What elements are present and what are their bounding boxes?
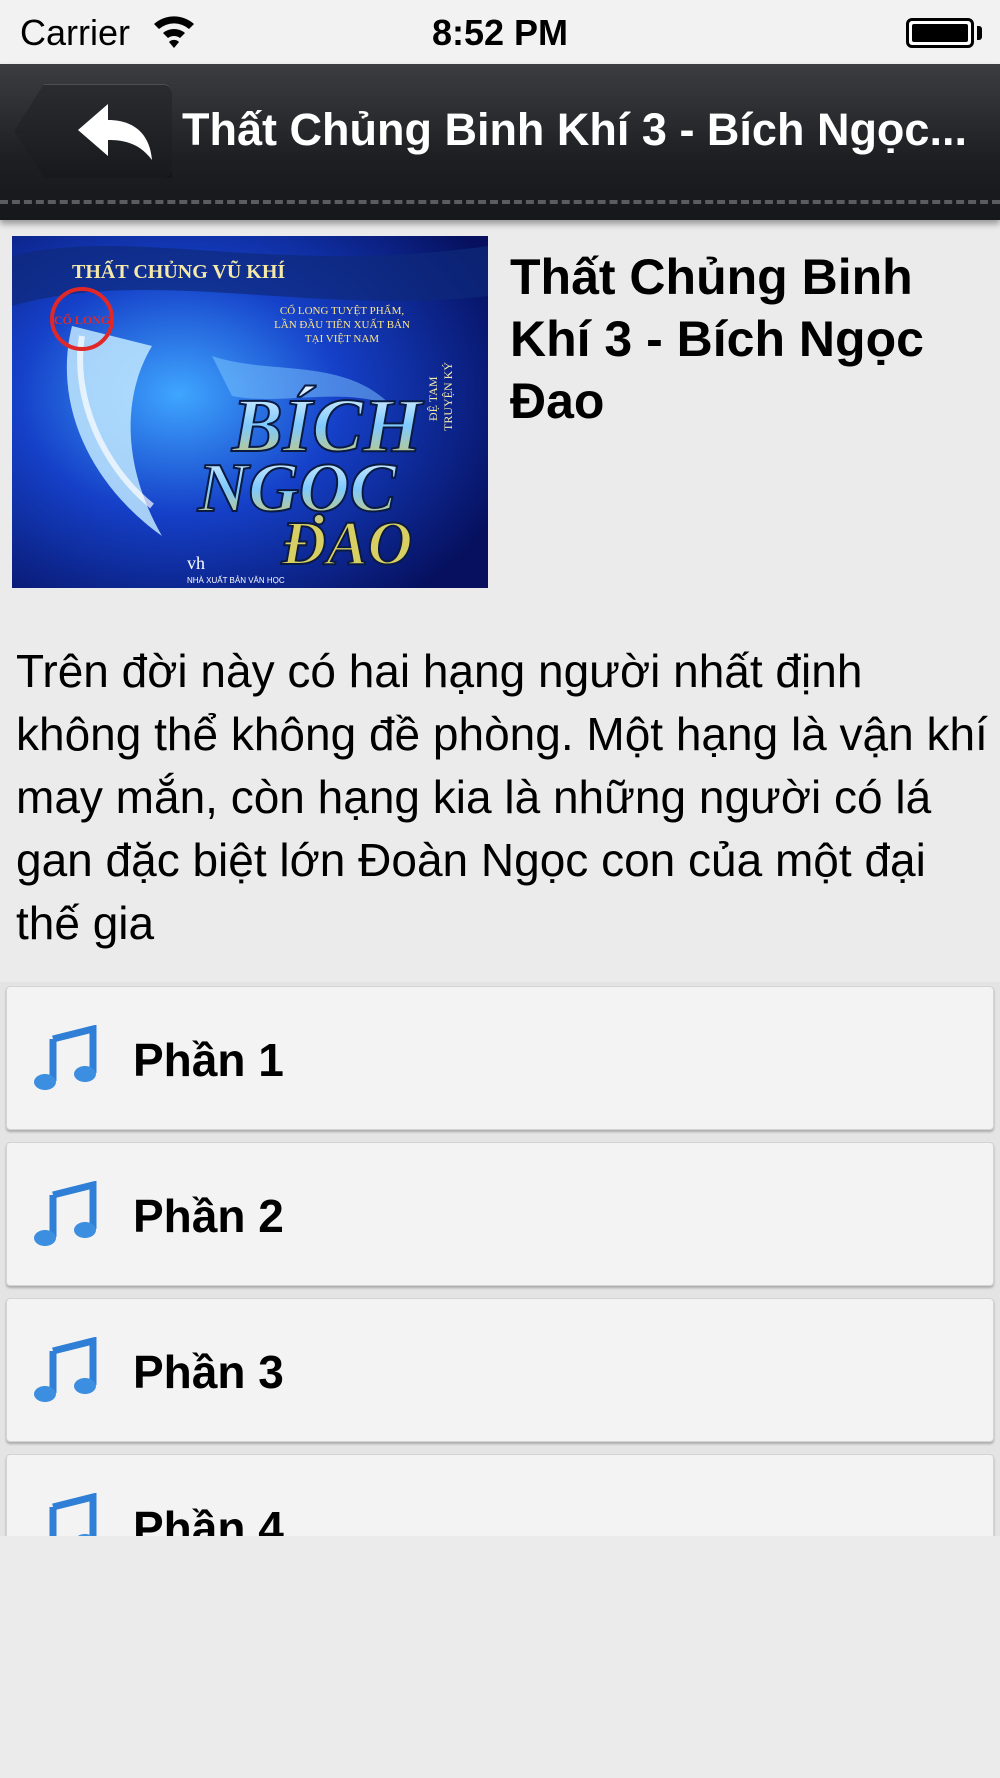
parts-list[interactable]: Phần 1 Phần 2 Phần 3 Phần 4 [0, 982, 1000, 1536]
list-item-part-4[interactable]: Phần 4 [6, 1454, 994, 1536]
cover-publisher-1: vh [187, 553, 205, 573]
back-button[interactable] [14, 84, 172, 178]
music-note-icon [34, 1337, 97, 1402]
part-label: Phần 4 [133, 1502, 284, 1536]
book-description: Trên đời này có hai hạng người nhất định… [16, 645, 988, 949]
cover-side-2: TRUYỆN KÝ [441, 362, 455, 431]
part-label: Phần 2 [133, 1190, 284, 1242]
cover-tagline-1: CỔ LONG TUYỆT PHẨM, [280, 304, 405, 317]
cover-title-line-3: ĐAO [281, 510, 413, 578]
cover-series-text: THẤT CHỦNG VŨ KHÍ [72, 259, 285, 283]
book-title: Thất Chủng Binh Khí 3 - Bích Ngọc Đao [510, 249, 924, 429]
status-time: 8:52 PM [431, 12, 569, 53]
battery-icon [906, 18, 974, 48]
list-item-part-2[interactable]: Phần 2 [6, 1142, 994, 1286]
cover-publisher-2: NHÀ XUẤT BẢN VĂN HỌC [187, 575, 285, 585]
cover-side-1: ĐỆ TAM [426, 376, 440, 421]
music-note-icon [49, 1493, 97, 1536]
navigation-bar: Thất Chủng Binh Khí 3 - Bích Ngọc... [0, 64, 1000, 220]
book-cover-image: CỔ LONG THẤT CHỦNG VŨ KHÍ CỔ LONG TUYỆT … [12, 236, 488, 588]
cover-seal-text: CỔ LONG [54, 312, 110, 327]
nav-stitch-divider [0, 200, 1000, 204]
status-bar: Carrier 8:52 PM [0, 0, 1000, 64]
cover-tagline-3: TẠI VIỆT NAM [305, 333, 379, 345]
battery-tip [977, 26, 982, 40]
back-arrow-icon [78, 104, 152, 160]
music-note-icon [34, 1181, 97, 1246]
cover-tagline-2: LẦN ĐẦU TIÊN XUẤT BẢN [274, 318, 410, 331]
list-item-part-1[interactable]: Phần 1 [6, 986, 994, 1130]
part-label: Phần 1 [133, 1034, 284, 1086]
part-label: Phần 3 [133, 1346, 284, 1398]
list-item-part-3[interactable]: Phần 3 [6, 1298, 994, 1442]
nav-title: Thất Chủng Binh Khí 3 - Bích Ngọc... [182, 104, 967, 155]
music-note-icon [34, 1025, 97, 1090]
